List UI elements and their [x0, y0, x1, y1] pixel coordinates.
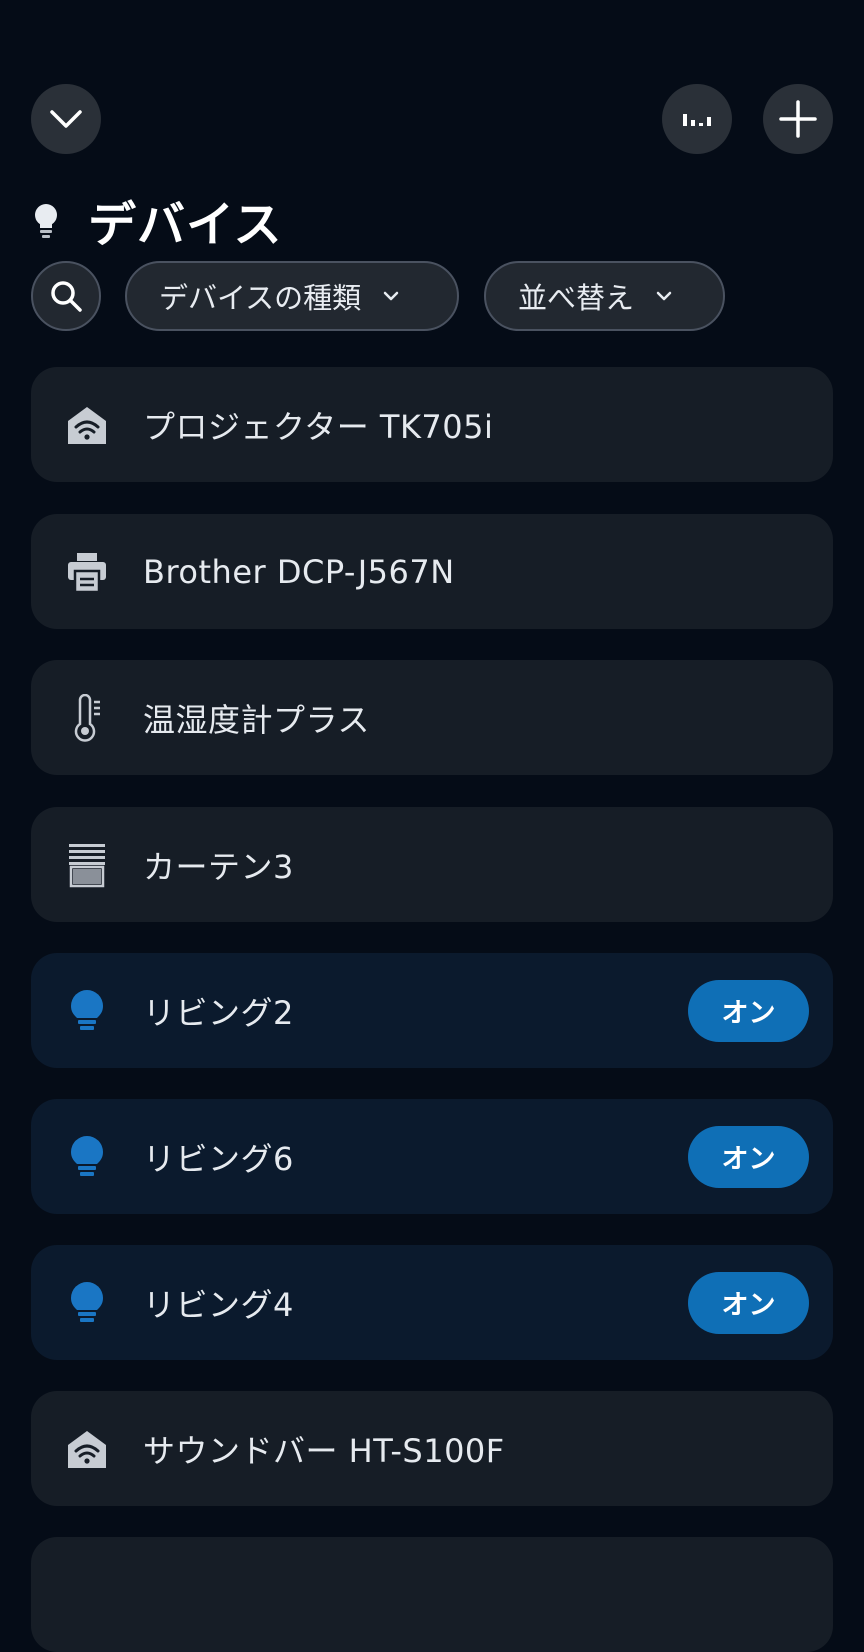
- chevron-down-icon: [50, 110, 82, 128]
- wifi-home-icon: [68, 406, 106, 444]
- power-state-button[interactable]: オン: [688, 1125, 809, 1188]
- wifi-home-icon: [68, 1430, 106, 1468]
- filter-bar: デバイスの種類 並べ替え: [31, 261, 725, 331]
- device-name: プロジェクター TK705i: [143, 407, 494, 446]
- lightbulb-icon: [35, 204, 57, 238]
- device-card-soundbar[interactable]: サウンドバー HT-S100F: [31, 1391, 833, 1506]
- sort-filter[interactable]: 並べ替え: [484, 261, 725, 331]
- device-card-living2[interactable]: リビング2 オン: [31, 953, 833, 1068]
- device-card-curtain[interactable]: カーテン3: [31, 807, 833, 922]
- search-button[interactable]: [31, 261, 101, 331]
- plus-icon: [779, 100, 817, 138]
- curtain-icon: [69, 843, 105, 887]
- device-card-printer[interactable]: Brother DCP-J567N: [31, 514, 833, 629]
- device-card-living6[interactable]: リビング6 オン: [31, 1099, 833, 1214]
- device-name: 温湿度計プラス: [143, 700, 370, 739]
- device-card-partial[interactable]: [31, 1537, 833, 1652]
- device-name: サウンドバー HT-S100F: [143, 1431, 505, 1470]
- printer-icon: [68, 552, 106, 593]
- power-state-button[interactable]: オン: [688, 979, 809, 1042]
- device-type-filter-label: デバイスの種類: [159, 281, 362, 315]
- device-name: リビング6: [143, 1139, 294, 1178]
- lightbulb-icon: [71, 989, 103, 1030]
- chevron-down-icon: [383, 291, 399, 301]
- activity-button[interactable]: [662, 84, 732, 154]
- add-device-button[interactable]: [763, 84, 833, 154]
- device-name: Brother DCP-J567N: [143, 552, 455, 591]
- page-header: デバイス: [32, 188, 283, 253]
- lightbulb-icon: [71, 1281, 103, 1322]
- chevron-down-icon: [656, 291, 672, 301]
- lightbulb-icon: [71, 1135, 103, 1176]
- device-name: リビング2: [143, 993, 294, 1032]
- device-name: リビング4: [143, 1285, 294, 1324]
- activity-bars-icon: [683, 114, 711, 126]
- device-card-thermometer[interactable]: 温湿度計プラス: [31, 660, 833, 775]
- device-name: カーテン3: [143, 847, 294, 886]
- collapse-button[interactable]: [31, 84, 101, 154]
- sort-filter-label: 並べ替え: [518, 281, 635, 315]
- device-card-projector[interactable]: プロジェクター TK705i: [31, 367, 833, 482]
- power-state-button[interactable]: オン: [688, 1271, 809, 1334]
- thermometer-icon: [74, 693, 100, 742]
- device-type-filter[interactable]: デバイスの種類: [125, 261, 459, 331]
- device-card-living4[interactable]: リビング4 オン: [31, 1245, 833, 1360]
- page-title: デバイス: [88, 197, 283, 253]
- search-icon: [51, 281, 82, 312]
